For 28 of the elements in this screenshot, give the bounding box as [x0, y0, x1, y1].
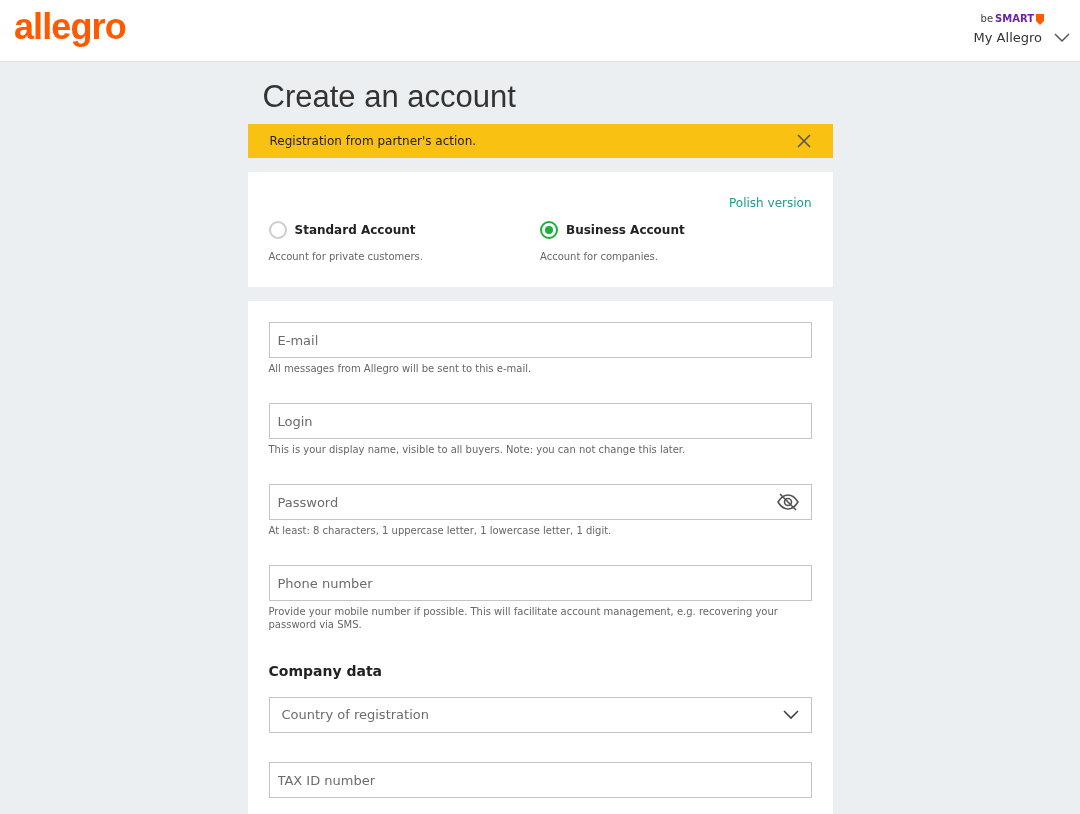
banner-text: Registration from partner's action. — [269, 133, 477, 150]
password-field[interactable]: Password — [268, 484, 812, 520]
chevron-down-icon — [782, 710, 799, 720]
promo-prefix: be — [980, 14, 994, 25]
account-menu[interactable]: My Allegro — [973, 27, 1070, 48]
page-title: Create an account — [261, 78, 517, 116]
account-type-radio[interactable]: Business Account — [540, 221, 812, 239]
language-link[interactable]: Polish version — [729, 194, 812, 212]
account-type-description: Account for private customers. — [268, 250, 424, 264]
field-hint: All messages from Allegro will be sent to this e-mail. — [268, 362, 533, 375]
input-field[interactable]: E-mail — [268, 322, 812, 358]
eye-slash-icon[interactable] — [775, 492, 800, 512]
field-hint: Provide your mobile number if possible. This will facilitate account management, e.g. recovering your password via SMS. — [268, 605, 779, 631]
badge-icon — [1036, 13, 1044, 25]
close-icon[interactable] — [796, 134, 811, 148]
chevron-down-icon — [1054, 32, 1070, 43]
input-field[interactable]: Phone number — [268, 565, 812, 601]
account-type-radio[interactable]: Standard Account — [268, 221, 540, 239]
promo-label: SMART — [995, 14, 1034, 25]
field-hint: This is your display name, visible to all buyers. Note: you can not change this later. — [268, 443, 687, 456]
radio-icon[interactable] — [540, 221, 558, 239]
input-field[interactable]: Login — [268, 403, 812, 439]
radio-icon[interactable] — [268, 221, 287, 239]
account-type-description: Account for companies. — [540, 250, 659, 264]
country-select[interactable]: Country of registration — [268, 697, 812, 733]
section-heading: Company data — [268, 662, 384, 681]
input-field[interactable]: TAX ID number — [268, 762, 812, 798]
field-hint: At least: 8 characters, 1 uppercase letter, 1 lowercase letter, 1 digit. — [268, 524, 613, 537]
